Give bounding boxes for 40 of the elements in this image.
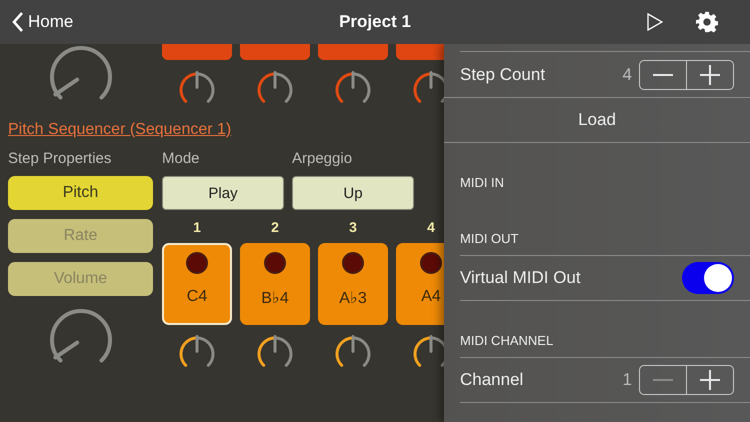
setting-value: 4 [622, 64, 632, 84]
step-pad[interactable]: C4 [162, 243, 232, 325]
minus-icon [653, 74, 673, 76]
led-icon [342, 252, 364, 274]
play-button[interactable] [647, 13, 663, 31]
section-header: MIDI CHANNEL [460, 333, 554, 348]
settings-icon [696, 11, 718, 33]
chevron-left-icon [12, 12, 24, 32]
section-label: Mode [162, 150, 200, 168]
step-number: 2 [271, 218, 279, 236]
led-icon [186, 252, 208, 274]
led-icon [264, 252, 286, 274]
setting-label: Channel [460, 370, 524, 390]
dropdown-button[interactable]: Play [162, 176, 284, 210]
dropdown-button[interactable]: Up [292, 176, 414, 210]
section-label: Arpeggio [292, 150, 352, 168]
back-button[interactable]: Home [12, 12, 74, 32]
section-label: Step Properties [8, 150, 112, 168]
plus-icon [700, 370, 720, 390]
play-icon [647, 13, 663, 31]
sequencer-title-link[interactable]: Pitch Sequencer (Sequencer 1) [8, 120, 232, 140]
step-pad[interactable]: A4 [396, 243, 444, 325]
setting-value: 1 [622, 370, 632, 390]
led-icon [420, 252, 442, 274]
minus-icon [653, 379, 673, 381]
section-header: MIDI IN [460, 175, 504, 190]
step-pad[interactable]: B♭4 [240, 243, 310, 325]
setting-label: Step Count [460, 64, 546, 84]
step-number: 3 [349, 218, 357, 236]
step-property-button[interactable]: Pitch [8, 176, 153, 210]
load-button[interactable]: Load [572, 109, 622, 131]
plus-icon [700, 64, 720, 84]
toggle-switch[interactable] [682, 262, 734, 294]
step-pad[interactable]: A♭3 [318, 243, 388, 325]
step-number: 4 [427, 218, 435, 236]
nav-title: Project 1 [339, 12, 411, 32]
step-number: 1 [193, 218, 201, 236]
settings-button[interactable] [696, 11, 718, 33]
setting-label: Virtual MIDI Out [460, 268, 581, 288]
section-header: MIDI OUT [460, 231, 518, 246]
